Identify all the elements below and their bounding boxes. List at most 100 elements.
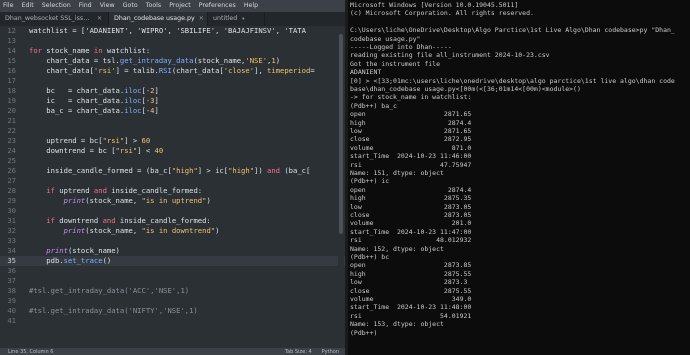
terminal-line: Name: 151, dtype: object xyxy=(350,169,444,177)
tab-size-indicator[interactable]: Tab Size: 4 xyxy=(285,349,312,355)
terminal-line: close 2875.55 xyxy=(350,286,472,295)
code-editor[interactable]: File Edit Selection Find View Goto Tools… xyxy=(0,0,345,355)
code-line: if downtrend and inside_candle_formed: xyxy=(29,216,211,225)
terminal-line: Name: 153, dtype: object xyxy=(350,320,444,329)
terminal-window[interactable]: Microsoft Windows [Version 10.0.19045.50… xyxy=(348,0,690,355)
menu-goto[interactable]: Goto xyxy=(119,0,142,12)
line-number: 25 xyxy=(7,156,16,165)
terminal-line: codebase usage.py" xyxy=(350,34,421,43)
vertical-scrollbar[interactable] xyxy=(338,26,344,348)
terminal-line: low 2871.65 xyxy=(350,127,472,135)
line-number: 39 xyxy=(7,296,16,305)
line-number: 20 xyxy=(7,106,16,115)
line-number: 36 xyxy=(7,266,16,275)
code-line: #tsl.get_intraday_data('NIFTY','NSE',1) xyxy=(29,306,198,315)
code-line: print(stock_name) xyxy=(29,246,120,255)
syntax-indicator[interactable]: Python xyxy=(322,349,345,355)
terminal-line: rsi 47.75947 xyxy=(350,160,472,169)
line-number: 12 xyxy=(7,26,16,35)
code-line: bc = chart_data.iloc[-2] xyxy=(29,86,159,95)
terminal-line: high 2875.55 xyxy=(350,269,472,278)
unsaved-dot-icon: • xyxy=(241,15,246,23)
code-line: #tsl.get_intraday_data('ACC','NSE',1) xyxy=(29,286,190,295)
code-line: watchlist = ['ADANIENT', 'WIPRO', 'SBILI… xyxy=(29,26,306,35)
line-number: 22 xyxy=(7,126,16,135)
menu-tools[interactable]: Tools xyxy=(142,0,166,12)
code-line: inside_candle_formed = (ba_c["high"] > i… xyxy=(29,166,311,175)
close-icon[interactable]: ✕ xyxy=(97,12,102,26)
terminal-line: C:\Users\liche\OneDrive\Desktop\Algo Par… xyxy=(350,26,675,35)
code-area[interactable]: 12 watchlist = ['ADANIENT', 'WIPRO', 'SBI… xyxy=(0,26,345,348)
close-icon[interactable]: ✕ xyxy=(199,12,204,26)
tab-dhan-codebase-usage[interactable]: Dhan_codebase usage.py ✕ xyxy=(109,12,208,26)
terminal-line: open 2874.4 xyxy=(350,185,472,194)
menu-file[interactable]: File xyxy=(0,0,18,12)
tab-label: Dhan_websocket SSL_issue_fixed.py xyxy=(5,15,93,22)
line-number: 38 xyxy=(7,286,16,295)
menu-find[interactable]: Find xyxy=(75,0,96,12)
line-number: 19 xyxy=(7,96,16,105)
line-number: 14 xyxy=(7,46,16,55)
code-line: ic = chart_data.iloc[-3] xyxy=(29,96,159,105)
menu-help[interactable]: Help xyxy=(240,0,262,12)
line-number: 21 xyxy=(7,116,16,125)
line-number: 28 xyxy=(7,186,16,195)
code-line: if uptrend and inside_candle_formed: xyxy=(29,186,203,195)
terminal-line: open 2873.85 xyxy=(350,261,472,270)
tab-dhan-websocket[interactable]: Dhan_websocket SSL_issue_fixed.py ✕ xyxy=(0,12,109,26)
terminal-line: Got the instrument file xyxy=(350,59,441,68)
terminal-line: Name: 152, dtype: object xyxy=(350,244,444,253)
terminal-line: (Pdb++) bc xyxy=(350,253,390,261)
terminal-line: low 2873.3 xyxy=(350,278,468,287)
tab-bar: Dhan_websocket SSL_issue_fixed.py ✕ Dhan… xyxy=(0,12,345,26)
terminal-line: ADANIENT xyxy=(350,68,382,77)
line-number: 33 xyxy=(7,236,16,245)
menu-selection[interactable]: Selection xyxy=(38,0,75,12)
line-number: 40 xyxy=(7,306,16,315)
cursor-position[interactable]: Line 35, Column 6 xyxy=(8,349,53,355)
terminal-line: -----Logged into Dhan----- xyxy=(350,43,452,51)
line-number: 32 xyxy=(7,226,16,235)
line-number: 26 xyxy=(7,166,16,175)
line-number: 29 xyxy=(7,196,16,205)
menu-view[interactable]: View xyxy=(96,0,119,12)
terminal-line: close 2873.05 xyxy=(350,211,472,219)
tab-untitled[interactable]: untitled • xyxy=(208,12,265,26)
menu-edit[interactable]: Edit xyxy=(18,0,38,12)
terminal-line: Microsoft Windows [Version 10.0.19045.50… xyxy=(350,1,519,9)
terminal-line: [0] > <[33;01mc:\users\liche\onedrive\de… xyxy=(350,76,675,85)
scrollbar-thumb[interactable] xyxy=(339,34,343,234)
terminal-line: (Pdb++) ic xyxy=(350,177,390,186)
line-number: 16 xyxy=(7,66,16,75)
terminal-line: high 2874.4 xyxy=(350,118,472,127)
code-line: pdb.set_trace() xyxy=(29,256,112,265)
terminal-line: low 2873.05 xyxy=(350,202,472,211)
line-number: 17 xyxy=(7,76,16,85)
terminal-line: start_Time 2024-10-23 11:47:00 xyxy=(350,227,472,236)
line-number: 15 xyxy=(7,56,16,65)
line-number: 37 xyxy=(7,276,16,285)
terminal-line: volume 871.0 xyxy=(350,143,472,152)
terminal-line: -> for stock_name in watchlist: xyxy=(350,93,472,102)
line-number: 13 xyxy=(7,36,16,45)
terminal-line: volume 349.0 xyxy=(350,295,472,303)
code-line: downtrend = bc ["rsi"] < 40 xyxy=(29,146,164,155)
code-line: chart_data['rsi'] = talib.RSI(chart_data… xyxy=(29,66,315,75)
terminal-line: close 2872.95 xyxy=(350,135,472,144)
line-number: 27 xyxy=(7,176,16,185)
menu-preferences[interactable]: Preferences xyxy=(195,0,240,12)
code-line: for stock_name in watchlist: xyxy=(29,46,151,55)
line-number: 41 xyxy=(7,316,16,325)
menu-bar: File Edit Selection Find View Goto Tools… xyxy=(0,0,345,12)
terminal-line: high 2875.35 xyxy=(350,194,472,203)
terminal-line: (c) Microsoft Corporation. All rights re… xyxy=(350,9,534,18)
code-line: chart_data = tsl.get_intraday_data(stock… xyxy=(29,56,281,65)
status-bar: Line 35, Column 6 Tab Size: 4 Python xyxy=(0,348,345,355)
terminal-line: rsi 54.01921 xyxy=(350,311,472,320)
line-number: 24 xyxy=(7,146,16,155)
line-number: 30 xyxy=(7,206,16,215)
terminal-line: (Pdb++) xyxy=(350,328,378,337)
line-number: 23 xyxy=(7,136,16,145)
terminal-line: start_Time 2024-10-23 11:46:00 xyxy=(350,152,472,161)
menu-project[interactable]: Project xyxy=(165,0,195,12)
